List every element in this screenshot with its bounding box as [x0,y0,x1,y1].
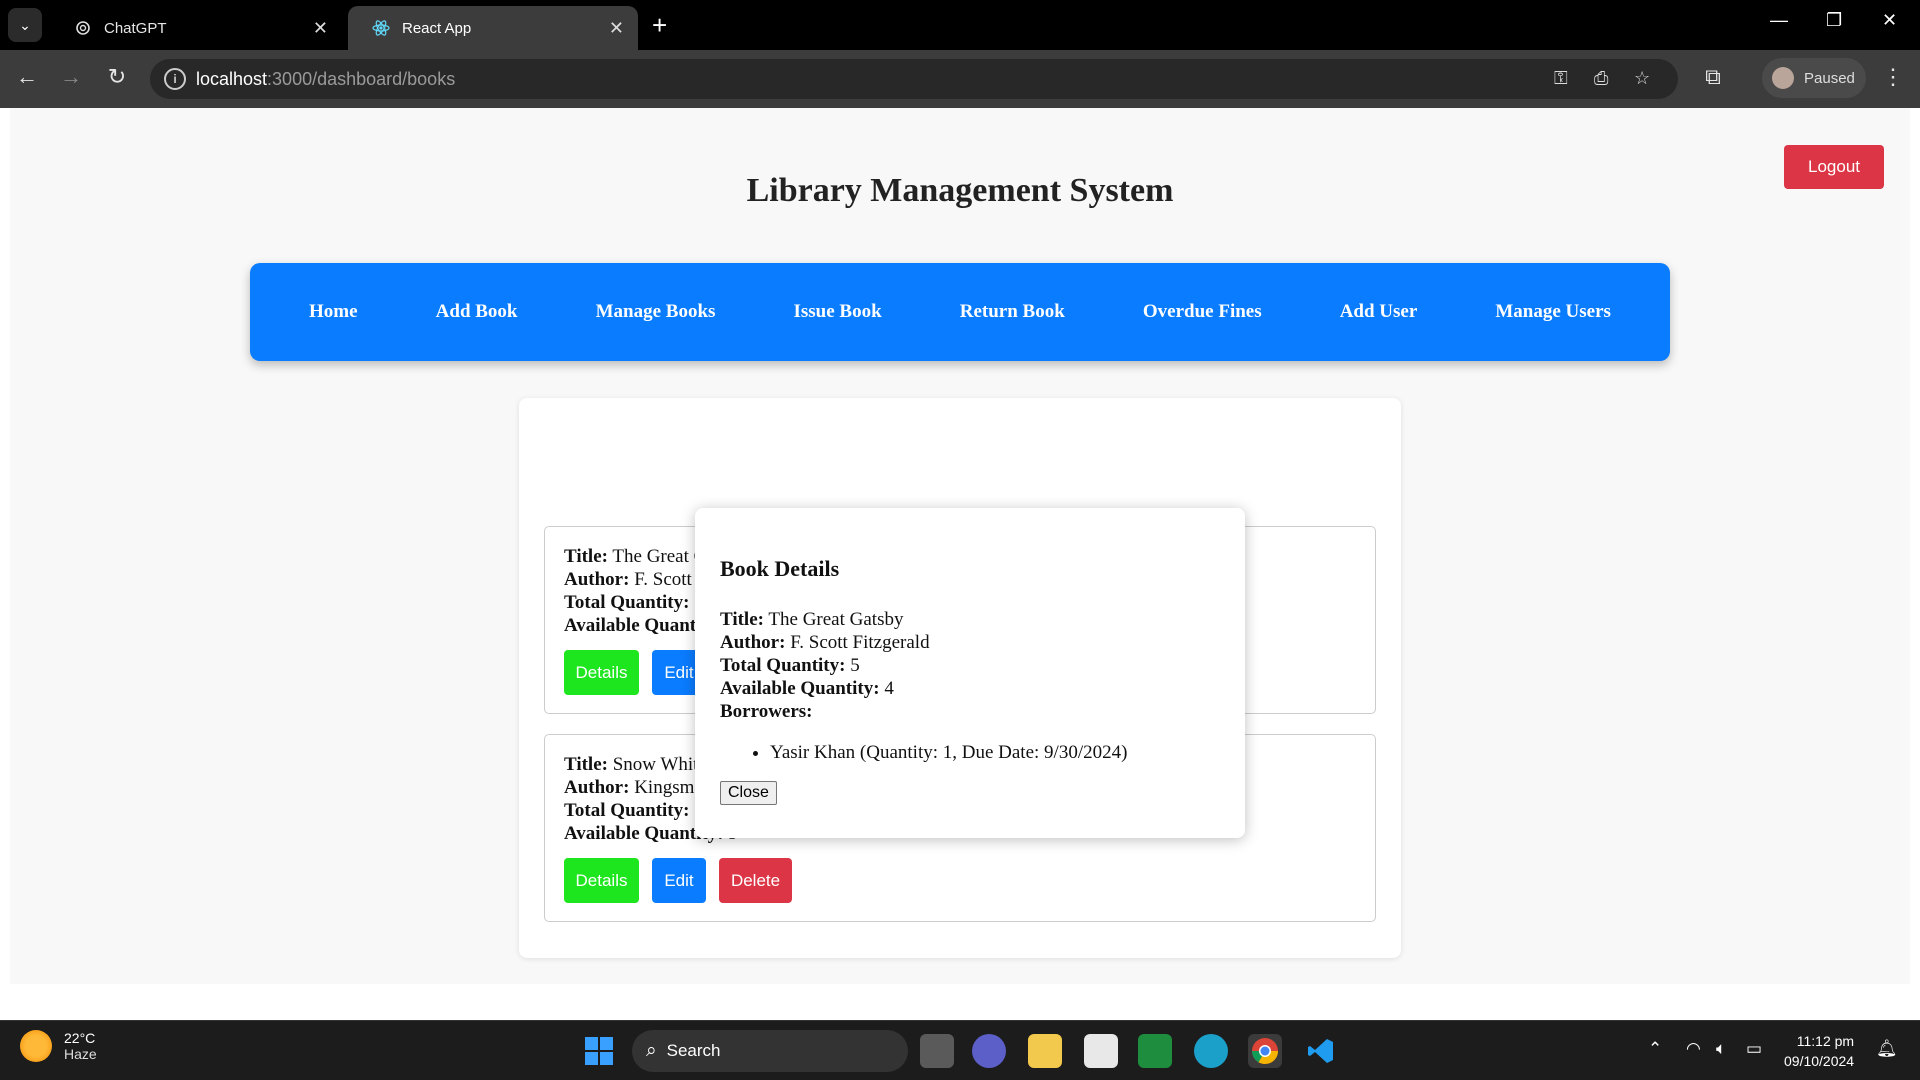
page-title: Library Management System [746,172,1174,209]
classroom-app-icon[interactable] [1138,1034,1172,1068]
site-info-icon[interactable]: i [164,68,186,90]
react-icon [372,19,390,37]
tab-search-button[interactable]: ⌄ [8,8,42,42]
nav-manage-users[interactable]: Manage Users [1495,301,1611,323]
label: Author: [720,632,786,653]
url-text[interactable]: localhost:3000/dashboard/books [196,69,455,90]
modal-title-value: The Great Gatsby [768,609,904,630]
borrowers-list: Yasir Khan (Quantity: 1, Due Date: 9/30/… [770,741,1220,765]
back-arrow-icon[interactable]: ← [12,64,42,90]
details-button[interactable]: Details [564,858,639,903]
modal-total-row: Total Quantity: 5 [720,654,1220,677]
profile-status: Paused [1804,69,1855,87]
openai-icon [74,19,92,37]
nav-overdue-fines[interactable]: Overdue Fines [1143,301,1262,323]
label: Author: [564,777,630,798]
weather-condition: Haze [64,1046,97,1062]
notification-bell-icon[interactable]: 🔔︎ [1876,1039,1898,1059]
nav-add-book[interactable]: Add Book [436,301,518,323]
browser-toolbar: ← → ↻ i localhost:3000/dashboard/books ⚿… [0,50,1920,108]
tab-chatgpt[interactable]: ChatGPT ✕ [50,6,342,50]
bookmark-star-icon[interactable]: ☆ [1634,68,1650,89]
microsoft-store-icon[interactable] [1084,1034,1118,1068]
nav-return-book[interactable]: Return Book [960,301,1065,323]
page-viewport: Logout Library Management System Home Ad… [0,108,1920,1020]
nav-add-user[interactable]: Add User [1340,301,1418,323]
modal-heading: Book Details [720,556,840,581]
windows-start-icon[interactable] [582,1034,616,1068]
window-close-icon[interactable]: ✕ [1882,10,1897,31]
app-root: Logout Library Management System Home Ad… [10,108,1910,984]
extensions-icon[interactable]: ⧉ [1698,64,1728,90]
modal-author-row: Author: F. Scott Fitzgerald [720,631,1220,654]
minimize-icon[interactable]: — [1770,10,1788,31]
label: Borrowers: [720,701,813,722]
main-nav: Home Add Book Manage Books Issue Book Re… [250,263,1670,361]
label: Title: [564,754,608,775]
password-key-icon[interactable]: ⚿ [1554,68,1568,89]
weather-temperature: 22°C [64,1030,96,1046]
reload-icon[interactable]: ↻ [102,64,132,90]
nav-manage-books[interactable]: Manage Books [596,301,716,323]
delete-button[interactable]: Delete [719,858,792,903]
details-button[interactable]: Details [564,650,639,695]
tab-label: ChatGPT [104,19,167,37]
modal-total-value: 5 [850,655,860,676]
close-icon[interactable]: ✕ [609,18,624,39]
nav-home[interactable]: Home [309,301,358,323]
book-title: Snow White [612,754,707,775]
label: Title: [564,546,608,567]
teams-chat-icon[interactable] [972,1034,1006,1068]
new-tab-icon[interactable]: + [652,12,667,38]
book-details-modal: Book Details Title: The Great Gatsby Aut… [695,508,1245,838]
tab-react-app[interactable]: React App ✕ [348,6,638,50]
url-path: :3000/dashboard/books [267,69,456,89]
edge-icon[interactable] [1194,1034,1228,1068]
tab-strip: ⌄ ChatGPT ✕ React App ✕ + — ❐ ✕ [0,0,1920,50]
tab-label: React App [402,19,472,37]
wifi-icon[interactable]: ◠ [1686,1039,1701,1059]
weather-widget[interactable]: 22°C Haze [20,1030,97,1062]
forward-arrow-icon[interactable]: → [56,64,86,90]
modal-available-value: 4 [884,678,894,699]
label: Author: [564,569,630,590]
taskbar: 22°C Haze ⌕ Search ⌃ ◠ 🔈︎ ▭ 11:12 pm 09/… [0,1020,1920,1080]
label: Total Quantity: [720,655,846,676]
url-host: localhost [196,69,268,89]
task-view-icon[interactable] [920,1034,954,1068]
edit-button[interactable]: Edit [652,858,706,903]
modal-borrowers-label: Borrowers: [720,700,1220,723]
label: Available Quantity: [720,678,880,699]
taskbar-search[interactable]: ⌕ Search [632,1030,908,1072]
battery-icon[interactable]: ▭ [1746,1039,1762,1059]
chrome-icon[interactable] [1248,1034,1282,1068]
chevron-up-icon[interactable]: ⌃ [1648,1039,1662,1059]
clock[interactable]: 11:12 pm 09/10/2024 [1784,1031,1854,1071]
install-app-icon[interactable]: ⎙ [1594,68,1608,89]
menu-dots-icon[interactable]: ⋮ [1878,64,1908,90]
address-bar[interactable]: i localhost:3000/dashboard/books ⚿ ⎙ ☆ [150,59,1678,99]
borrower-item: Yasir Khan (Quantity: 1, Due Date: 9/30/… [770,741,1220,765]
vscode-icon[interactable] [1304,1034,1338,1068]
modal-author-value: F. Scott Fitzgerald [790,632,930,653]
volume-icon[interactable]: 🔈︎ [1716,1039,1726,1059]
profile-button[interactable]: Paused [1762,58,1866,98]
card-actions: Details Edit Delete [564,858,792,903]
avatar [1772,67,1794,89]
weather-sun-icon [20,1030,52,1062]
search-icon: ⌕ [646,1040,657,1061]
search-label: Search [666,1041,721,1060]
clock-time: 11:12 pm [1796,1033,1855,1049]
close-button[interactable]: Close [720,781,777,805]
label: Total Quantity: [564,592,690,613]
modal-title-row: Title: The Great Gatsby [720,608,1220,631]
label: Total Quantity: [564,800,690,821]
nav-issue-book[interactable]: Issue Book [794,301,882,323]
close-icon[interactable]: ✕ [313,18,328,39]
file-explorer-icon[interactable] [1028,1034,1062,1068]
restore-icon[interactable]: ❐ [1826,10,1842,31]
modal-available-row: Available Quantity: 4 [720,677,1220,700]
label: Title: [720,609,764,630]
clock-date: 09/10/2024 [1784,1053,1855,1069]
